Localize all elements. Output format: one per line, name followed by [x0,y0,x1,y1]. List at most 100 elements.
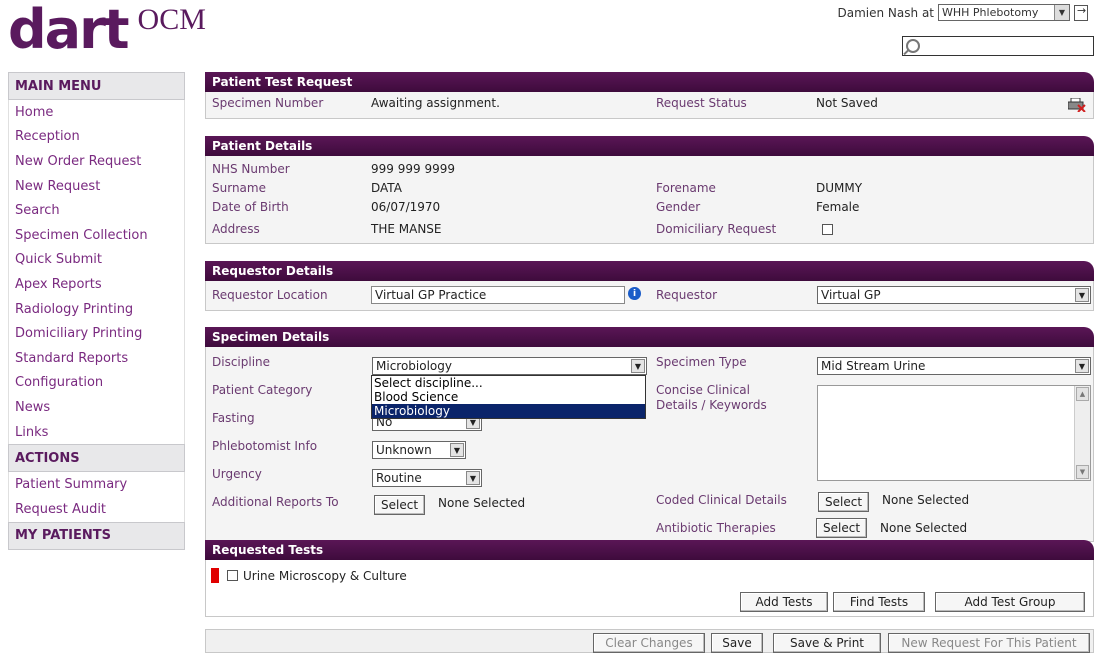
domiciliary-label: Domiciliary Request [656,222,777,236]
sidebar-item[interactable]: News [9,395,184,420]
clear-changes-button[interactable]: Clear Changes [593,633,705,653]
site-select-value: WHH Phlebotomy [942,6,1039,19]
scroll-down-icon[interactable]: ▼ [1076,465,1089,479]
new-request-patient-button[interactable]: New Request For This Patient [888,633,1090,653]
forename-value: DUMMY [816,181,863,195]
nhs-number-value: 999 999 9999 [371,162,455,176]
surname-value: DATA [371,181,402,195]
site-select[interactable]: WHH Phlebotomy ▼ [938,4,1070,21]
sidebar-item[interactable]: Home [9,100,184,125]
discipline-option[interactable]: Blood Science [372,390,645,404]
discipline-option[interactable]: Select discipline... [372,376,645,390]
additional-reports-value: None Selected [438,496,526,510]
save-print-button[interactable]: Save & Print [773,633,881,653]
actions-heading: ACTIONS [8,444,185,473]
additional-reports-label: Additional Reports To [212,495,339,509]
urgency-select-value: Routine [376,471,422,485]
my-patients-heading[interactable]: MY PATIENTS [8,521,185,550]
sidebar-item[interactable]: Quick Submit [9,248,184,273]
info-icon[interactable]: i [628,287,641,300]
chevron-down-icon: ▼ [1054,5,1069,20]
dob-label: Date of Birth [212,200,289,214]
sidebar-item[interactable]: New Order Request [9,149,184,174]
requestor-details-panel: Requestor Details Requestor Location Vir… [205,261,1094,311]
sidebar-item[interactable]: Standard Reports [9,346,184,371]
sidebar-item[interactable]: Specimen Collection [9,223,184,248]
chevron-down-icon: ▼ [631,359,645,373]
chevron-down-icon: ▼ [450,443,464,457]
discipline-select[interactable]: Microbiology ▼ [372,357,647,375]
logout-icon[interactable] [1074,4,1088,21]
panel-title: Patient Details [205,136,1094,156]
main-menu-list: Home Reception New Order Request New Reques… [8,100,185,445]
concise-clinical-label: Concise Clinical [656,383,750,397]
save-button[interactable]: Save [711,633,763,653]
gender-value: Female [816,200,860,214]
urgency-label: Urgency [212,467,262,481]
fasting-label: Fasting [212,411,255,425]
specimen-type-label: Specimen Type [656,355,747,369]
phlebotomist-info-select[interactable]: Unknown ▼ [372,441,466,459]
antibiotic-select-button[interactable]: Select [816,518,868,538]
sidebar-action-item[interactable]: Patient Summary [9,472,184,497]
add-test-group-button[interactable]: Add Test Group [935,592,1085,612]
address-label: Address [212,222,260,236]
requested-tests-panel: Requested Tests Urine Microscopy & Cultu… [205,540,1094,617]
specimen-type-select[interactable]: Mid Stream Urine ▼ [817,357,1091,375]
discipline-label: Discipline [212,355,271,369]
textarea-scrollbar[interactable]: ▲ ▼ [1074,386,1090,480]
sidebar-item[interactable]: Configuration [9,371,184,396]
chevron-down-icon: ▼ [1075,359,1089,373]
discipline-dropdown-list[interactable]: Select discipline... Blood Science Micro… [371,375,646,419]
sidebar-item[interactable]: New Request [9,174,184,199]
requestor-location-input[interactable]: Virtual GP Practice [371,286,625,304]
user-name-text: Damien Nash at [837,5,934,20]
add-tests-button[interactable]: Add Tests [740,592,828,612]
footer-action-bar: Clear Changes Save Save & Print New Requ… [205,629,1094,653]
requestor-select[interactable]: Virtual GP ▼ [817,286,1091,304]
address-value: THE MANSE [371,222,442,236]
urgency-select[interactable]: Routine ▼ [372,469,482,487]
specimen-details-panel: Specimen Details Discipline Microbiology… [205,327,1094,542]
sidebar-item[interactable]: Search [9,198,184,223]
coded-clinical-select-button[interactable]: Select [818,492,870,512]
user-bar: Damien Nash at WHH Phlebotomy ▼ [838,4,1088,21]
panel-title: Patient Test Request [205,72,1094,92]
concise-clinical-textarea[interactable]: ▲ ▼ [817,385,1091,481]
patient-category-label: Patient Category [212,383,313,397]
discipline-option-selected[interactable]: Microbiology [372,404,645,418]
patient-details-panel: Patient Details NHS Number 999 999 9999 … [205,136,1094,244]
logo-sub-text: OCM [137,3,206,36]
actions-list: Patient Summary Request Audit [8,472,185,522]
patient-test-request-panel: Patient Test Request Specimen Number Awa… [205,72,1094,119]
print-cancel-icon[interactable] [1068,98,1086,112]
search-icon [906,39,920,53]
additional-reports-select-button[interactable]: Select [374,495,426,515]
phlebotomist-info-label: Phlebotomist Info [212,439,318,453]
sidebar-item[interactable]: Reception [9,125,184,150]
requestor-location-label: Requestor Location [212,288,328,302]
sidebar-action-item[interactable]: Request Audit [9,497,184,522]
sidebar-item[interactable]: Radiology Printing [9,297,184,322]
test-name: Urine Microscopy & Culture [243,569,407,583]
phlebotomist-info-value: Unknown [376,443,432,457]
sidebar-item[interactable]: Links [9,420,184,445]
test-checkbox[interactable] [227,570,238,581]
sidebar-item[interactable]: Domiciliary Printing [9,321,184,346]
main-menu-heading: MAIN MENU [8,72,185,100]
request-status-label: Request Status [656,96,747,110]
requestor-label: Requestor [656,288,718,302]
requestor-select-value: Virtual GP [821,288,881,302]
specimen-type-value: Mid Stream Urine [821,359,926,373]
specimen-number-value: Awaiting assignment. [371,96,500,110]
domiciliary-checkbox[interactable] [822,224,833,235]
surname-label: Surname [212,181,266,195]
scroll-up-icon[interactable]: ▲ [1076,387,1089,401]
sidebar-item[interactable]: Apex Reports [9,272,184,297]
concise-clinical-label-line2: Details / Keywords [656,398,767,412]
search-input[interactable] [902,36,1094,56]
antibiotic-label: Antibiotic Therapies [656,521,776,535]
find-tests-button[interactable]: Find Tests [833,592,925,612]
nhs-number-label: NHS Number [212,162,290,176]
specimen-number-label: Specimen Number [212,96,324,110]
